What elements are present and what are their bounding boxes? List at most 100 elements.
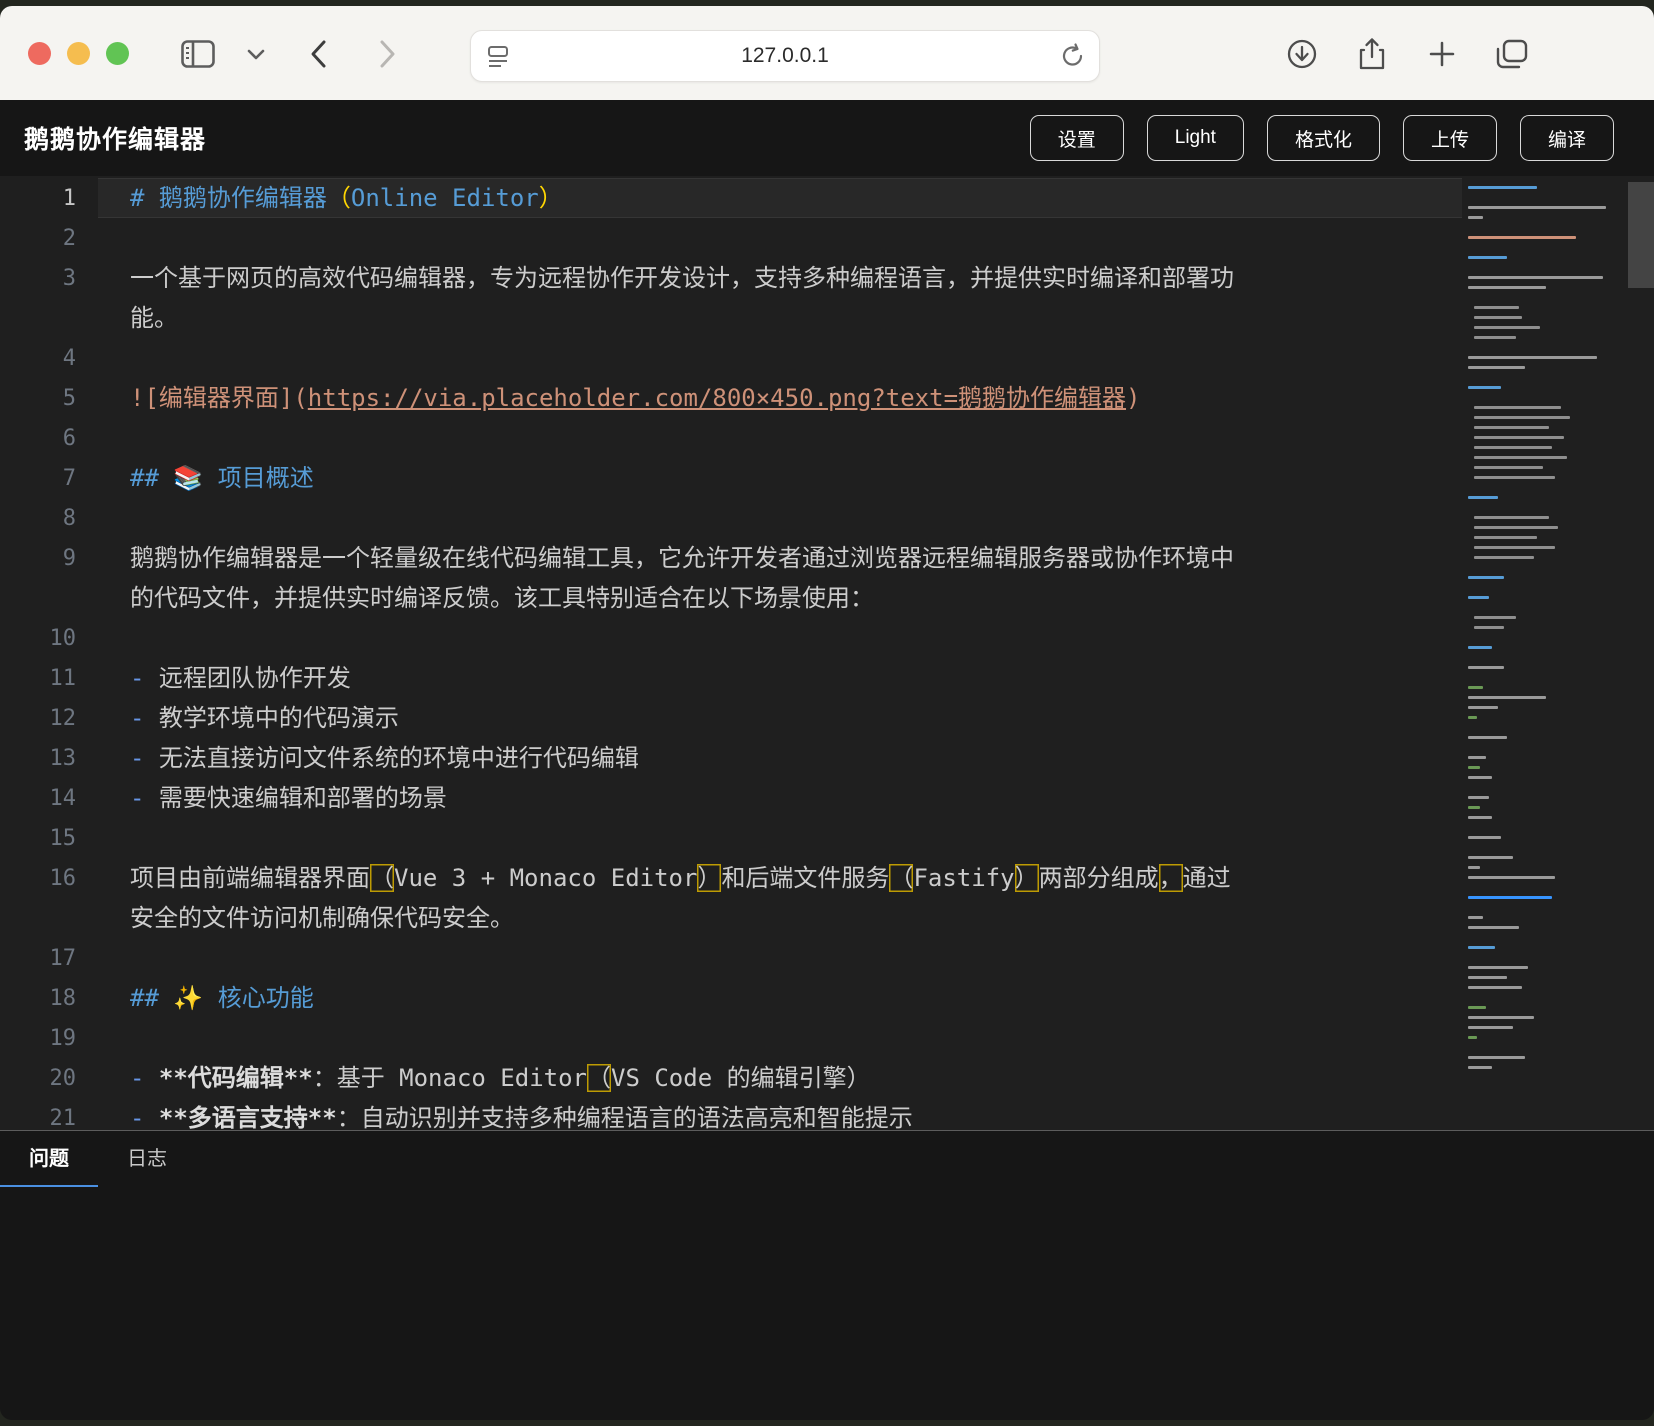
- line-number: 4: [0, 346, 98, 371]
- code-line[interactable]: 安全的文件访问机制确保代码安全。: [0, 898, 1462, 938]
- new-tab-icon[interactable]: [1420, 32, 1464, 76]
- tab-overview-icon[interactable]: [1490, 32, 1534, 76]
- code-line[interactable]: 13- 无法直接访问文件系统的环境中进行代码编辑: [0, 738, 1462, 778]
- code-line[interactable]: 4: [0, 338, 1462, 378]
- line-number: 3: [0, 266, 98, 291]
- minimap-line: [1468, 986, 1522, 989]
- minimap-line: [1468, 206, 1606, 209]
- line-number: 9: [0, 546, 98, 571]
- page-title: 鹅鹅协作编辑器: [24, 120, 206, 156]
- minimap-line: [1474, 426, 1549, 429]
- line-number: 19: [0, 1026, 98, 1051]
- minimap-line: [1474, 546, 1555, 549]
- code-line[interactable]: 20- **代码编辑**：基于 Monaco Editor（VS Code 的编…: [0, 1058, 1462, 1098]
- minimap-line: [1474, 446, 1552, 449]
- code-line[interactable]: 17: [0, 938, 1462, 978]
- code-line-text: - **多语言支持**：自动识别并支持多种编程语言的语法高亮和智能提示: [98, 1098, 1462, 1130]
- code-line[interactable]: 11- 远程团队协作开发: [0, 658, 1462, 698]
- minimap-line: [1468, 946, 1495, 949]
- line-number: 10: [0, 626, 98, 651]
- editor-content[interactable]: 1# 鹅鹅协作编辑器（Online Editor）23一个基于网页的高效代码编辑…: [0, 178, 1462, 1130]
- address-bar[interactable]: 127.0.0.1: [470, 30, 1100, 82]
- minimap-line: [1468, 646, 1492, 649]
- downloads-icon[interactable]: [1280, 32, 1324, 76]
- code-line[interactable]: 2: [0, 218, 1462, 258]
- code-line-text: 一个基于网页的高效代码编辑器，专为远程协作开发设计，支持多种编程语言，并提供实时…: [98, 258, 1462, 298]
- format-button[interactable]: 格式化: [1267, 115, 1380, 161]
- line-number: 1: [0, 186, 98, 211]
- code-line[interactable]: 12- 教学环境中的代码演示: [0, 698, 1462, 738]
- browser-toolbar: 127.0.0.1: [0, 6, 1654, 100]
- app-header: 鹅鹅协作编辑器 设置 Light 格式化 上传 编译: [0, 100, 1654, 176]
- back-button[interactable]: [296, 32, 340, 76]
- traffic-lights: [28, 42, 129, 65]
- code-line[interactable]: 15: [0, 818, 1462, 858]
- code-line[interactable]: 18## ✨ 核心功能: [0, 978, 1462, 1018]
- code-line-text: - 教学环境中的代码演示: [98, 698, 1462, 738]
- code-line[interactable]: 8: [0, 498, 1462, 538]
- minimap-line: [1474, 556, 1534, 559]
- code-line[interactable]: 9鹅鹅协作编辑器是一个轻量级在线代码编辑工具，它允许开发者通过浏览器远程编辑服务…: [0, 538, 1462, 578]
- theme-toggle-button[interactable]: Light: [1147, 115, 1244, 161]
- minimap-line: [1468, 1056, 1525, 1059]
- code-line[interactable]: 14- 需要快速编辑和部署的场景: [0, 778, 1462, 818]
- code-line[interactable]: 6: [0, 418, 1462, 458]
- minimap-line: [1474, 526, 1558, 529]
- line-number: 7: [0, 466, 98, 491]
- bottom-panel: 问题 日志: [0, 1130, 1654, 1420]
- minimap-line: [1474, 466, 1543, 469]
- minimap-line: [1468, 836, 1501, 839]
- minimap-line: [1468, 386, 1501, 389]
- upload-button[interactable]: 上传: [1403, 115, 1497, 161]
- code-line-text: 能。: [98, 298, 1462, 338]
- compile-button[interactable]: 编译: [1520, 115, 1614, 161]
- minimap-line: [1468, 896, 1552, 899]
- code-line-text: [98, 938, 1462, 978]
- minimap-slider[interactable]: [1628, 182, 1654, 288]
- minimize-window-button[interactable]: [67, 42, 90, 65]
- line-number: 20: [0, 1066, 98, 1091]
- sidebar-chevron-down-icon[interactable]: [234, 32, 278, 76]
- code-line-text: - **代码编辑**：基于 Monaco Editor（VS Code 的编辑引…: [98, 1058, 1462, 1098]
- minimap-line: [1468, 256, 1507, 259]
- code-line[interactable]: 10: [0, 618, 1462, 658]
- minimap-line: [1468, 926, 1519, 929]
- minimap-line: [1474, 536, 1537, 539]
- code-line[interactable]: 16项目由前端编辑器界面（Vue 3 + Monaco Editor）和后端文件…: [0, 858, 1462, 898]
- code-line-text: [98, 218, 1462, 258]
- close-window-button[interactable]: [28, 42, 51, 65]
- code-line-text: ![编辑器界面](https://via.placeholder.com/800…: [98, 378, 1462, 418]
- code-editor[interactable]: 1# 鹅鹅协作编辑器（Online Editor）23一个基于网页的高效代码编辑…: [0, 176, 1654, 1130]
- code-line[interactable]: 21- **多语言支持**：自动识别并支持多种编程语言的语法高亮和智能提示: [0, 1098, 1462, 1130]
- reader-view-icon[interactable]: [487, 43, 509, 69]
- code-line-text: # 鹅鹅协作编辑器（Online Editor）: [98, 178, 1462, 218]
- code-line[interactable]: 的代码文件，并提供实时编译反馈。该工具特别适合在以下场景使用：: [0, 578, 1462, 618]
- settings-button[interactable]: 设置: [1030, 115, 1124, 161]
- minimap-line: [1474, 616, 1516, 619]
- code-line[interactable]: 能。: [0, 298, 1462, 338]
- line-number: 16: [0, 866, 98, 891]
- zoom-window-button[interactable]: [106, 42, 129, 65]
- minimap-line: [1468, 866, 1480, 869]
- code-line[interactable]: 7## 📚 项目概述: [0, 458, 1462, 498]
- minimap-line: [1474, 416, 1570, 419]
- code-line[interactable]: 3一个基于网页的高效代码编辑器，专为远程协作开发设计，支持多种编程语言，并提供实…: [0, 258, 1462, 298]
- minimap-line: [1468, 1066, 1492, 1069]
- minimap-line: [1468, 186, 1537, 189]
- code-line[interactable]: 5![编辑器界面](https://via.placeholder.com/80…: [0, 378, 1462, 418]
- minimap-line: [1468, 876, 1555, 879]
- code-line[interactable]: 1# 鹅鹅协作编辑器（Online Editor）: [0, 178, 1462, 218]
- sidebar-icon[interactable]: [176, 32, 220, 76]
- forward-button[interactable]: [366, 32, 410, 76]
- reload-icon[interactable]: [1061, 43, 1085, 69]
- tab-logs[interactable]: 日志: [98, 1131, 196, 1187]
- code-line[interactable]: 19: [0, 1018, 1462, 1058]
- code-line-text: [98, 338, 1462, 378]
- minimap[interactable]: [1462, 176, 1628, 1130]
- minimap-line: [1474, 326, 1540, 329]
- share-icon[interactable]: [1350, 32, 1394, 76]
- code-line-text: 项目由前端编辑器界面（Vue 3 + Monaco Editor）和后端文件服务…: [98, 858, 1462, 898]
- tab-problems[interactable]: 问题: [0, 1131, 98, 1187]
- code-line-text: [98, 1018, 1462, 1058]
- minimap-line: [1474, 516, 1549, 519]
